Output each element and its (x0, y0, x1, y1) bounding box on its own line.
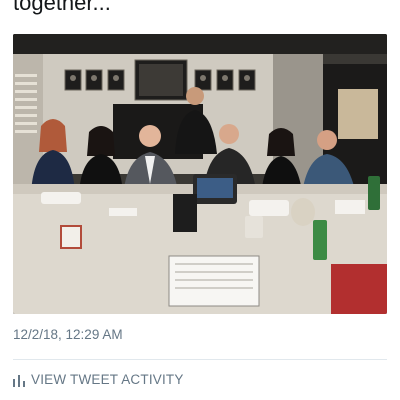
view-tweet-activity-link[interactable]: VIEW TWEET ACTIVITY (13, 372, 184, 387)
tweet-text: together... (13, 0, 111, 15)
tweet-photo[interactable] (13, 34, 387, 314)
view-tweet-activity-label: VIEW TWEET ACTIVITY (31, 372, 184, 387)
bar-chart-icon (13, 374, 25, 387)
tweet-timestamp: 12/2/18, 12:29 AM (13, 327, 123, 342)
divider (13, 359, 387, 360)
cast-table-read-photo (13, 34, 387, 314)
